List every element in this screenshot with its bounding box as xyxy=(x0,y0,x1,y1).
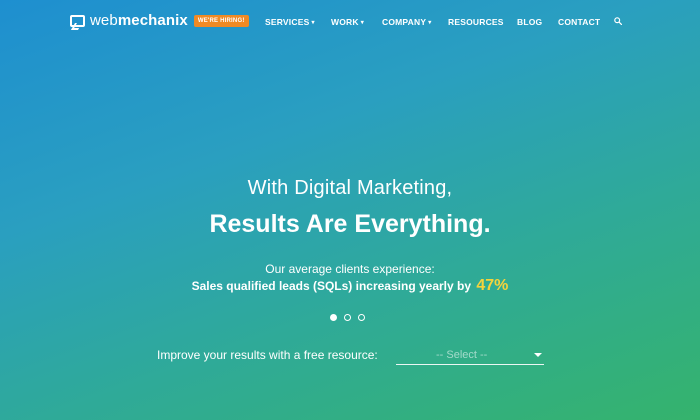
logo-mark-icon xyxy=(70,15,85,27)
carousel-dots xyxy=(330,314,365,321)
hero-stat-value: 47% xyxy=(476,277,509,294)
nav-services[interactable]: SERVICES ▾ xyxy=(265,16,315,30)
nav-contact[interactable]: CONTACT xyxy=(558,16,600,28)
nav-resources[interactable]: RESOURCES xyxy=(448,16,504,28)
carousel-dot-3[interactable] xyxy=(358,314,365,321)
resource-select[interactable]: -- Select -- xyxy=(396,346,544,365)
site-header: webmechanix WE'RE HIRING! SERVICES ▾ WORK… xyxy=(0,0,700,44)
chevron-down-icon: ▾ xyxy=(311,20,315,26)
hero-stat-line: Sales qualified leads (SQLs) increasing … xyxy=(0,277,700,295)
hero-title-line1: With Digital Marketing, xyxy=(247,177,453,199)
resource-select-value: -- Select -- xyxy=(436,349,488,361)
nav-company[interactable]: COMPANY ▾ xyxy=(382,16,431,30)
hero-subtitle: Our average clients experience: xyxy=(265,262,435,276)
chevron-down-icon: ▾ xyxy=(360,20,364,26)
hiring-badge[interactable]: WE'RE HIRING! xyxy=(193,15,249,27)
hero-stat-text: Sales qualified leads (SQLs) increasing … xyxy=(191,279,472,293)
logo-text: webmechanix xyxy=(90,12,188,29)
chevron-down-icon: ▾ xyxy=(428,20,432,26)
nav-work[interactable]: WORK ▾ xyxy=(331,16,364,30)
dropdown-arrow-icon xyxy=(534,353,542,357)
logo[interactable]: webmechanix WE'RE HIRING! xyxy=(70,12,249,30)
nav-blog[interactable]: BLOG xyxy=(517,16,542,28)
hero-title-line2: Results Are Everything. xyxy=(209,210,491,238)
carousel-dot-2[interactable] xyxy=(344,314,351,321)
carousel-dot-1[interactable] xyxy=(330,314,337,321)
resource-label: Improve your results with a free resourc… xyxy=(157,348,378,362)
search-icon[interactable] xyxy=(614,17,622,25)
